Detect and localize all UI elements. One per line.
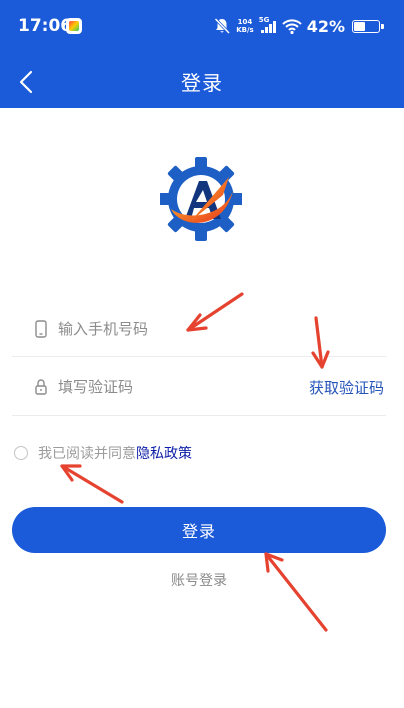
status-time: 17:06	[18, 16, 73, 36]
phone-icon	[35, 320, 47, 338]
privacy-policy-link[interactable]: 隐私政策	[136, 443, 192, 463]
cell-signal-icon: 5G	[259, 16, 277, 35]
network-speed: 104 KB/s	[236, 18, 253, 34]
mute-bell-icon	[214, 17, 231, 35]
arrow-to-login-button	[264, 552, 328, 632]
lock-icon	[35, 379, 47, 395]
battery-level-fill	[354, 21, 365, 31]
verification-code-row: 获取验证码	[12, 358, 386, 416]
account-login-link[interactable]: 账号登录	[0, 570, 398, 590]
agreement-checkbox[interactable]	[14, 446, 28, 460]
battery-percent: 42%	[306, 16, 345, 36]
network-speed-value: 104	[237, 18, 253, 26]
status-indicators: 104 KB/s 5G 42%	[213, 14, 384, 38]
phone-field-row	[12, 301, 386, 357]
status-bar: 17:06 104 KB/s 5G 42%	[0, 0, 404, 56]
login-button[interactable]: 登录	[12, 507, 386, 553]
wifi-icon	[282, 19, 302, 35]
arrow-to-agreement-checkbox	[60, 464, 124, 504]
app-notification-icon	[66, 18, 82, 34]
gear-a-logo	[160, 157, 242, 241]
agreement-row: 我已阅读并同意 隐私政策	[14, 442, 192, 464]
battery-icon	[352, 19, 384, 33]
network-speed-unit: KB/s	[236, 26, 254, 34]
verification-code-input[interactable]	[58, 372, 278, 402]
nav-bar: 登录	[0, 56, 404, 108]
page-title: 登录	[181, 71, 223, 95]
phone-input[interactable]	[58, 314, 278, 344]
agreement-text: 我已阅读并同意	[38, 446, 136, 462]
get-code-button[interactable]: 获取验证码	[309, 377, 384, 398]
header: 17:06 104 KB/s 5G 42% 登录	[0, 0, 404, 108]
